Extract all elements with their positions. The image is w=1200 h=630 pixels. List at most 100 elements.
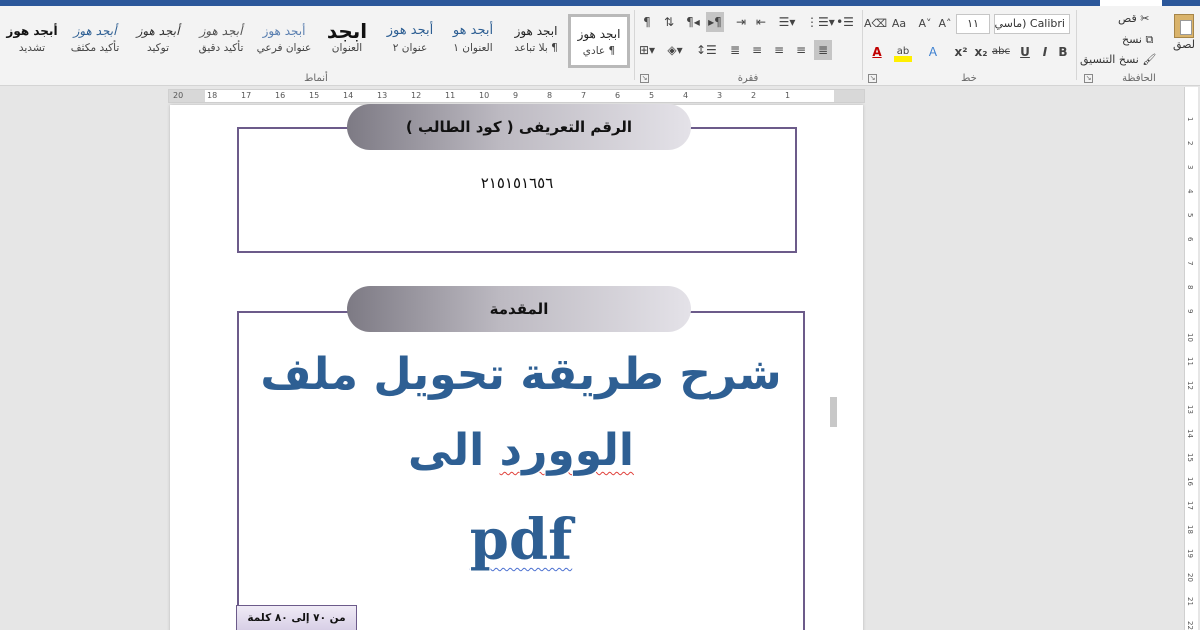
ruler-number: 7 <box>581 91 587 100</box>
shading-button[interactable]: ◈▾ <box>666 40 684 60</box>
style-tile[interactable]: أبجد هوز توكيد <box>127 14 189 68</box>
clipboard-group-label: الحافظة <box>1122 73 1156 84</box>
vertical-ruler-number: 13 <box>1186 405 1194 414</box>
style-tile[interactable]: أبجد هوز تأكيد دقيق <box>190 14 252 68</box>
numbering-button[interactable]: ⋮☰▾ <box>806 12 835 32</box>
superscript-button[interactable]: x² <box>952 42 970 62</box>
style-sample: أبجد هوز <box>6 24 58 38</box>
text-effects-button[interactable]: Ａ <box>924 42 942 62</box>
heading-line-3: pdf <box>469 507 573 573</box>
font-group-label: خط <box>961 73 977 84</box>
shrink-font-button[interactable]: A˅ <box>916 14 934 34</box>
increase-indent-button[interactable]: ⇥ <box>732 12 750 32</box>
vertical-ruler-number: 12 <box>1186 381 1194 390</box>
style-name: توكيد <box>146 42 170 54</box>
paste-button[interactable]: لصق <box>1170 10 1198 68</box>
justify-button[interactable]: ≣ <box>726 40 744 60</box>
ltr-direction-button[interactable]: ▸¶ <box>706 12 724 32</box>
style-sample: أبجد هوز <box>262 24 306 38</box>
ruler-number: 8 <box>547 91 553 100</box>
strikethrough-button[interactable]: abc <box>992 42 1010 62</box>
vertical-ruler-number: 2 <box>1186 141 1194 146</box>
align-left-button[interactable]: ≡ <box>748 40 766 60</box>
introduction-title[interactable]: المقدمة <box>347 286 691 332</box>
style-sample: أبجد هوز <box>136 24 180 38</box>
style-sample: ابجد هوز <box>577 27 621 41</box>
style-name: ¶ عادي <box>582 45 616 57</box>
style-sample: أبجد هوز <box>199 24 243 38</box>
vertical-ruler-number: 21 <box>1186 597 1194 606</box>
font-size-select[interactable]: ١١ <box>956 14 990 34</box>
line-spacing-button[interactable]: ↕☰ <box>696 40 717 60</box>
change-case-button[interactable]: Aa <box>890 14 908 34</box>
clear-formatting-button[interactable]: A⌫ <box>864 14 887 34</box>
horizontal-ruler[interactable]: 20 18 17 16 15 14 13 12 11 10 9 8 7 6 5 4 3 2 1 <box>168 89 865 103</box>
vertical-ruler-number: 11 <box>1186 357 1194 366</box>
center-button[interactable]: ≡ <box>770 40 788 60</box>
clipboard-icon <box>1174 14 1194 38</box>
style-tile[interactable]: أبجد هوز تشديد <box>1 14 63 68</box>
style-sample: ابجد هوز <box>514 24 558 38</box>
ruler-ticks: 20 18 17 16 15 14 13 12 11 10 9 8 7 6 5 4 3 2 1 <box>169 90 864 102</box>
borders-button[interactable]: ⊞▾ <box>638 40 656 60</box>
style-tile[interactable]: أبجد هوز عنوان فرعي <box>253 14 315 68</box>
paragraph-dialog-launcher[interactable]: ↘ <box>640 74 649 83</box>
clipboard-group: ✂ قص ⧉ نسخ 🖌 نسخ التنسيق لصق الحافظة ↘ <box>1078 6 1200 86</box>
style-name: العنوان ١ <box>453 42 493 54</box>
clipboard-dialog-launcher[interactable]: ↘ <box>1084 74 1093 83</box>
justify-low-button[interactable]: ≣ <box>814 40 832 60</box>
page-scroll-marker[interactable] <box>830 397 837 427</box>
style-tile[interactable]: أبجد هوز تأكيد مكثف <box>64 14 126 68</box>
paragraph-group-label: فقرة <box>737 73 759 84</box>
format-painter-button[interactable]: 🖌 نسخ التنسيق <box>1080 53 1156 66</box>
vertical-ruler-number: 19 <box>1186 549 1194 558</box>
style-name: عنوان فرعي <box>256 42 312 54</box>
multilevel-list-button[interactable]: ☰▾ <box>778 12 796 32</box>
group-separator <box>862 10 863 80</box>
decrease-indent-button[interactable]: ⇤ <box>752 12 770 32</box>
ruler-number: 20 <box>173 91 184 100</box>
vertical-ruler[interactable]: 1 2 3 4 5 6 7 8 9 10 11 12 13 14 15 16 17 18 19 20 21 22 <box>1184 87 1198 630</box>
font-dialog-launcher[interactable]: ↘ <box>868 74 877 83</box>
introduction-frame[interactable]: شرح طريقة تحويل ملف الوورد الى pdf <box>237 311 805 630</box>
align-right-button[interactable]: ≡ <box>792 40 810 60</box>
font-name-select[interactable]: Calibri (ماسي) <box>994 14 1070 34</box>
bullets-button[interactable]: •☰ <box>836 12 854 32</box>
vertical-ruler-number: 5 <box>1186 213 1194 218</box>
font-color-button[interactable]: A <box>868 42 886 62</box>
group-separator <box>1076 10 1077 80</box>
style-tile[interactable]: ابجد العنوان <box>316 14 378 68</box>
vertical-ruler-number: 22 <box>1186 621 1194 630</box>
styles-group: ابجد هوز ¶ عادي ابجد هوز ¶ بلا تباعد أبجد هو… <box>0 6 632 86</box>
heading-word-word: الوورد <box>499 425 634 476</box>
student-id-title[interactable]: الرقم التعريفى ( كود الطالب ) <box>347 104 691 150</box>
grow-font-button[interactable]: A˄ <box>936 14 954 34</box>
ruler-number: 10 <box>479 91 490 100</box>
vertical-ruler-number: 3 <box>1186 165 1194 170</box>
sort-button[interactable]: ⇅ <box>660 12 678 32</box>
highlight-button[interactable]: ab <box>894 42 912 62</box>
italic-button[interactable]: I <box>1036 42 1054 62</box>
ribbon: ابجد هوز ¶ عادي ابجد هوز ¶ بلا تباعد أبجد هو… <box>0 6 1200 86</box>
heading-word-to: الى <box>408 425 485 476</box>
style-name: تشديد <box>18 42 46 54</box>
style-tile[interactable]: ابجد هوز ¶ عادي <box>568 14 630 68</box>
vertical-ruler-number: 18 <box>1186 525 1194 534</box>
cut-button[interactable]: ✂ قص <box>1118 12 1149 25</box>
show-formatting-marks-button[interactable]: ¶ <box>638 12 656 32</box>
bold-button[interactable]: B <box>1054 42 1072 62</box>
style-tile[interactable]: أبجد هوز عنوان ٢ <box>379 14 441 68</box>
style-tile[interactable]: أبجد هو العنوان ١ <box>442 14 504 68</box>
document-page[interactable]: ٢١٥١٥١٦٥٦ الرقم التعريفى ( كود الطالب ) … <box>170 104 863 630</box>
style-tile[interactable]: ابجد هوز ¶ بلا تباعد <box>505 14 567 68</box>
ruler-number: 14 <box>343 91 354 100</box>
ruler-number: 13 <box>377 91 388 100</box>
vertical-ruler-number: 4 <box>1186 189 1194 194</box>
rtl-direction-button[interactable]: ¶◂ <box>684 12 702 32</box>
underline-button[interactable]: U <box>1016 42 1034 62</box>
subscript-button[interactable]: x₂ <box>972 42 990 62</box>
word-count-note: من ٧٠ إلى ٨٠ كلمة <box>236 605 357 630</box>
ruler-number: 9 <box>513 91 519 100</box>
copy-button[interactable]: ⧉ نسخ <box>1122 33 1153 47</box>
vertical-ruler-number: 17 <box>1186 501 1194 510</box>
